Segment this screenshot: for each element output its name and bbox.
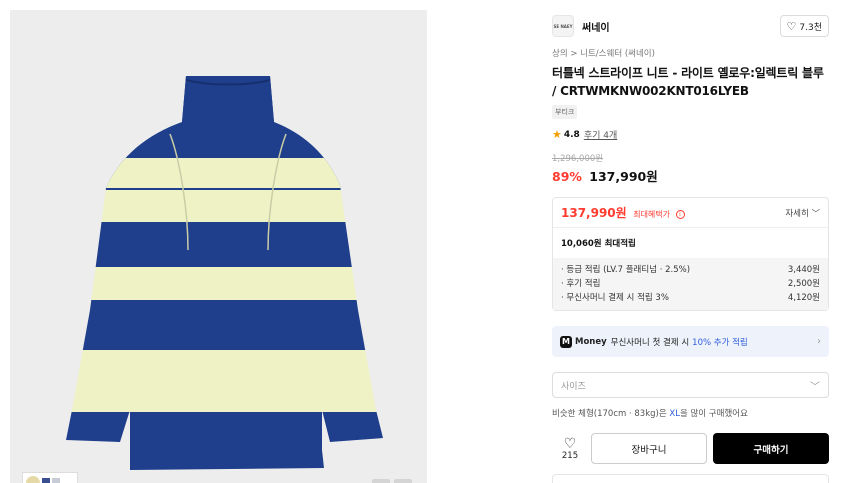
brand-like-count: 7.3천 xyxy=(799,22,822,33)
chevron-down-icon: ﹀ xyxy=(811,208,820,219)
thumbnail-2[interactable] xyxy=(42,478,50,483)
chevron-down-icon: ﹀ xyxy=(810,381,820,393)
price-row: 89% 137,990원 xyxy=(552,166,829,185)
chevron-right-icon: › xyxy=(817,336,821,347)
points-item-value: 2,500원 xyxy=(787,279,820,289)
product-image[interactable] xyxy=(10,10,427,483)
sweater-image xyxy=(66,76,383,470)
promo-text: 무신사머니 첫 결제 시 xyxy=(610,337,690,348)
product-info: SE NAEY 써네이 ♡ 7.3천 상의 > 니트/스웨터 (써네이) 터틀넥… xyxy=(552,14,829,464)
thumbnail-strip[interactable] xyxy=(22,472,78,483)
product-title: 터틀넥 스트라이프 니트 - 라이트 옐로우:일렉트릭 블루 / CRTWMKN… xyxy=(552,66,824,98)
points-item: · 후기 적립 2,500원 xyxy=(561,277,820,291)
star-icon: ★ xyxy=(552,128,562,141)
size-placeholder: 사이즈 xyxy=(561,381,586,392)
points-item-label: · 등급 적립 (LV.7 플래티넘 · 2.5%) xyxy=(561,265,691,275)
fit-recommendation: 비슷한 체형(170cm · 83kg)은 XL을 많이 구매했어요 xyxy=(552,407,829,419)
brand-row: SE NAEY 써네이 ♡ 7.3천 xyxy=(552,14,829,38)
points-item-label: · 후기 적립 xyxy=(561,279,601,289)
buy-button[interactable]: 구매하기 xyxy=(713,433,829,464)
next-section-edge xyxy=(552,474,829,483)
money-badge-icon: M xyxy=(560,335,572,348)
gallery-prev-button[interactable] xyxy=(372,479,390,483)
wish-button[interactable]: ♡ 215 xyxy=(552,437,588,461)
size-select[interactable]: 사이즈 ﹀ xyxy=(552,372,829,398)
brand-logo[interactable]: SE NAEY xyxy=(552,15,574,37)
reviews-link[interactable]: 후기 4개 xyxy=(584,128,617,141)
action-row: ♡ 215 장바구니 구매하기 xyxy=(552,433,829,464)
wish-count: 215 xyxy=(561,450,579,461)
points-item: · 무신사머니 결제 시 적립 3% 4,120원 xyxy=(561,291,820,305)
promo-highlight: 10% 추가 적립 xyxy=(692,337,748,348)
money-promo-banner[interactable]: M Money 무신사머니 첫 결제 시 10% 추가 적립 › xyxy=(552,326,829,357)
original-price: 1,296,000원 xyxy=(552,154,604,164)
discount-rate: 89% xyxy=(552,169,582,184)
benefit-detail-label: 자세히 xyxy=(785,208,809,219)
benefit-detail-button[interactable]: 자세히 ﹀ xyxy=(785,207,820,219)
sale-price: 137,990원 xyxy=(589,169,658,184)
gallery-next-button[interactable] xyxy=(394,479,412,483)
product-tag: 부티크 xyxy=(552,105,578,119)
points-total: 10,060원 최대적립 xyxy=(561,239,636,249)
points-list: · 등급 적립 (LV.7 플래티넘 · 2.5%) 3,440원 · 후기 적… xyxy=(553,258,828,310)
info-icon[interactable]: i xyxy=(675,210,685,219)
rating-value: 4.8 xyxy=(563,129,580,140)
points-item: · 등급 적립 (LV.7 플래티넘 · 2.5%) 3,440원 xyxy=(561,263,820,277)
rating-row: ★ 4.8 후기 4개 xyxy=(552,128,829,141)
fit-size: XL xyxy=(669,409,680,419)
benefit-price: 137,990원 xyxy=(561,206,627,220)
benefit-max-label: 최대혜택가 xyxy=(633,210,671,219)
thumbnail-3[interactable] xyxy=(52,478,60,483)
heart-icon: ♡ xyxy=(563,435,577,452)
promo-money: Money xyxy=(575,336,607,347)
cart-button[interactable]: 장바구니 xyxy=(591,433,707,464)
breadcrumb-separator: > xyxy=(570,49,578,59)
brand-name[interactable]: 써네이 xyxy=(582,19,610,34)
benefit-header: 137,990원 최대혜택가 i 자세히 ﹀ xyxy=(553,198,828,228)
points-item-value: 4,120원 xyxy=(787,293,820,303)
breadcrumb-level1[interactable]: 상의 xyxy=(552,49,568,59)
points-item-value: 3,440원 xyxy=(787,265,820,275)
points-item-label: · 무신사머니 결제 시 적립 3% xyxy=(561,293,669,303)
benefit-box: 137,990원 최대혜택가 i 자세히 ﹀ 10,060원 최대적립 · 등급… xyxy=(552,197,829,311)
fit-prefix: 비슷한 체형(170cm · 83kg)은 xyxy=(552,409,667,419)
breadcrumb-level2[interactable]: 니트/스웨터 (써네이) xyxy=(580,49,655,59)
thumbnail-1[interactable] xyxy=(26,476,40,483)
fit-suffix: 을 많이 구매했어요 xyxy=(679,409,748,419)
brand-like-button[interactable]: ♡ 7.3천 xyxy=(779,15,829,37)
heart-icon: ♡ xyxy=(786,19,797,33)
breadcrumb: 상의 > 니트/스웨터 (써네이) xyxy=(552,47,829,59)
